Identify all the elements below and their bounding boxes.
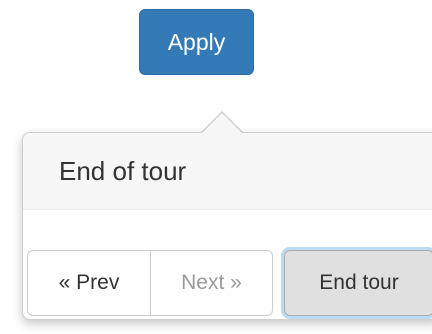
tour-navigation: « Prev Next » End tour	[27, 250, 432, 316]
end-tour-button[interactable]: End tour	[284, 250, 432, 316]
popover-arrow-fill	[201, 113, 243, 134]
tour-popover: End of tour « Prev Next » End tour	[22, 132, 432, 320]
prev-button[interactable]: « Prev	[27, 250, 151, 316]
popover-title: End of tour	[23, 133, 432, 210]
stage: Apply End of tour « Prev Next » End tour	[0, 0, 432, 334]
next-button[interactable]: Next »	[150, 250, 273, 316]
apply-button[interactable]: Apply	[139, 9, 254, 75]
popover-content	[23, 210, 432, 248]
